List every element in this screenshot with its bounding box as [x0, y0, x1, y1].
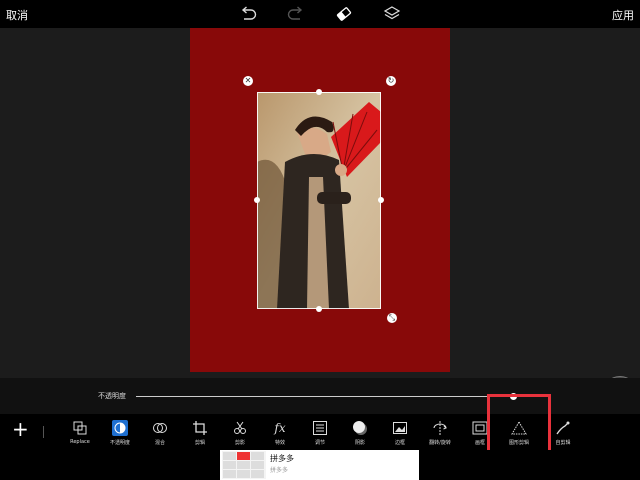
cutout-icon	[234, 421, 246, 434]
opacity-slider-track[interactable]	[136, 396, 518, 397]
ad-subtitle: 拼多多	[270, 467, 289, 474]
opacity-label: 不透明度	[98, 392, 126, 400]
tool-shadow[interactable]: 阴影	[340, 420, 380, 446]
fx-icon: fx	[274, 421, 286, 435]
tool-cutout[interactable]: 剪影	[220, 420, 260, 446]
replace-icon	[73, 421, 87, 435]
tool-effects[interactable]: fx 特效	[260, 420, 300, 446]
scale-icon[interactable]: ⤡	[387, 313, 397, 323]
redo-icon[interactable]	[286, 5, 306, 23]
eraser-icon[interactable]	[334, 5, 354, 23]
tool-opacity[interactable]: 不透明度	[100, 420, 140, 446]
tool-replace[interactable]: Replace	[60, 420, 100, 445]
resize-handle-top[interactable]	[316, 89, 322, 95]
tool-crop[interactable]: 剪辑	[180, 420, 220, 446]
plus-icon[interactable]: +	[12, 419, 29, 439]
blend-icon	[153, 423, 167, 433]
top-bar: 取消 应用	[0, 0, 640, 28]
border-icon	[393, 422, 407, 434]
tool-blend[interactable]: 混合	[140, 420, 180, 446]
layers-icon[interactable]	[382, 5, 402, 23]
adjust-icon	[313, 421, 327, 435]
free-crop-icon	[556, 421, 570, 435]
tool-border[interactable]: 边框	[380, 420, 420, 446]
close-icon[interactable]: ✕	[243, 76, 253, 86]
ad-thumbnails	[222, 451, 266, 479]
ad-banner[interactable]: 拼多多 拼多多	[220, 450, 419, 480]
undo-icon[interactable]	[238, 5, 258, 23]
editor-canvas[interactable]: ✕ ↻ ⤡	[0, 28, 640, 412]
crop-icon	[193, 421, 207, 435]
flip-rotate-icon	[433, 421, 447, 435]
artboard[interactable]: ✕ ↻ ⤡	[190, 28, 450, 372]
ad-title: 拼多多	[270, 454, 294, 463]
selection-frame[interactable]	[257, 92, 381, 309]
rotate-icon[interactable]: ↻	[386, 76, 396, 86]
resize-handle-left[interactable]	[254, 197, 260, 203]
bottom-area: 拼多多 拼多多	[0, 450, 640, 480]
resize-handle-bottom[interactable]	[316, 306, 322, 312]
apply-button[interactable]: 应用	[612, 7, 634, 23]
tool-adjust[interactable]: 调节	[300, 420, 340, 446]
frame-icon	[472, 421, 488, 435]
resize-handle-right[interactable]	[378, 197, 384, 203]
cancel-button[interactable]: 取消	[6, 7, 28, 23]
tool-flip-rotate[interactable]: 翻转/旋转	[420, 420, 460, 446]
opacity-icon	[112, 420, 128, 436]
shadow-icon	[353, 421, 367, 435]
toolbar-divider	[43, 426, 44, 438]
